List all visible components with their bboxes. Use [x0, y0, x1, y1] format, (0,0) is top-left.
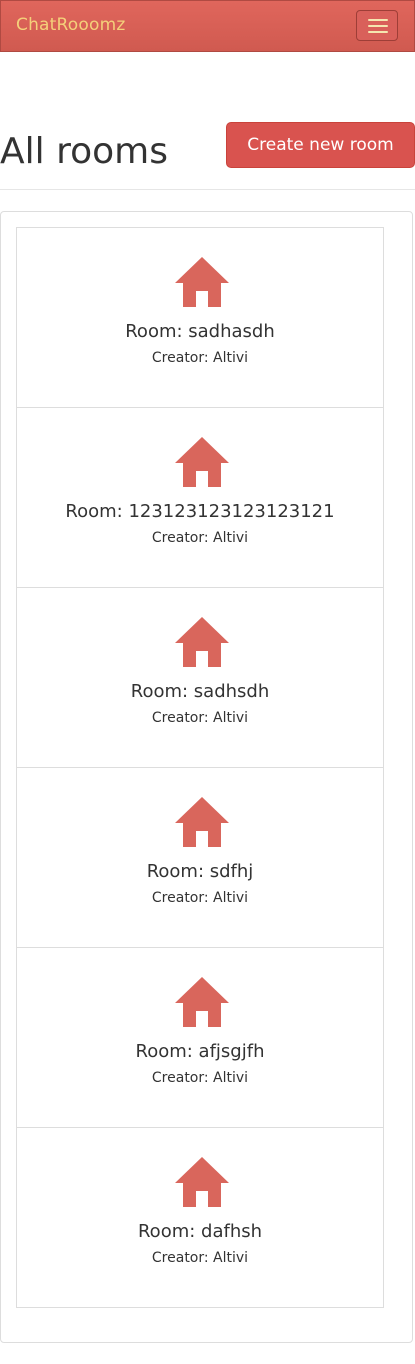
room-creator: Creator: Altivi	[151, 890, 249, 906]
house-icon	[175, 977, 229, 1027]
create-room-button[interactable]: Create new room	[226, 122, 415, 168]
room-card[interactable]: Room: sadhasdh Creator: Altivi	[16, 227, 384, 408]
room-creator: Creator: Altivi	[151, 710, 249, 726]
navbar-toggle-button[interactable]	[356, 10, 398, 41]
room-name: Room: sadhsdh	[130, 681, 270, 702]
room-name: Room: afjsgjfh	[135, 1041, 265, 1062]
room-name: Room: dafhsh	[137, 1221, 263, 1242]
room-name: Room: sdfhj	[146, 861, 254, 882]
room-creator: Creator: Altivi	[151, 1250, 249, 1266]
house-icon	[175, 1157, 229, 1207]
house-icon	[175, 437, 229, 487]
room-name: Room: 123123123123123121	[65, 501, 335, 522]
room-card[interactable]: Room: sdfhj Creator: Altivi	[16, 767, 384, 948]
room-card[interactable]: Room: dafhsh Creator: Altivi	[16, 1127, 384, 1308]
house-icon	[175, 617, 229, 667]
house-icon	[175, 257, 229, 307]
navbar: ChatRooomz	[0, 0, 415, 52]
room-creator: Creator: Altivi	[151, 350, 249, 366]
room-card[interactable]: Room: 123123123123123121 Creator: Altivi	[16, 407, 384, 588]
room-list: Room: sadhasdh Creator: Altivi Room: 123…	[16, 227, 384, 1308]
header-divider	[0, 189, 415, 190]
room-card[interactable]: Room: sadhsdh Creator: Altivi	[16, 587, 384, 768]
room-name: Room: sadhasdh	[125, 321, 275, 342]
page-title: All rooms	[0, 131, 168, 172]
house-icon	[175, 797, 229, 847]
brand-link[interactable]: ChatRooomz	[16, 15, 125, 35]
room-creator: Creator: Altivi	[151, 530, 249, 546]
room-card[interactable]: Room: afjsgjfh Creator: Altivi	[16, 947, 384, 1128]
room-creator: Creator: Altivi	[151, 1070, 249, 1086]
